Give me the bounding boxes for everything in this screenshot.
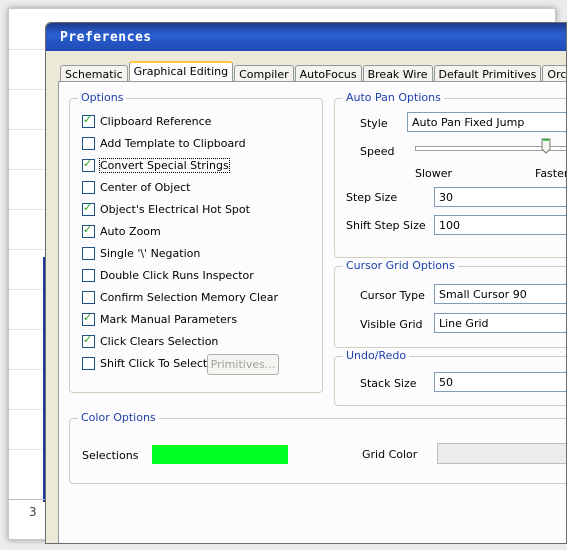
options-group: Options Clipboard Reference Add Template…	[69, 91, 323, 393]
checkbox-box[interactable]	[82, 333, 95, 348]
step-size-label: Step Size	[346, 191, 398, 204]
cursor-grid-group-title: Cursor Grid Options	[343, 259, 458, 272]
checkbox-box[interactable]	[82, 136, 95, 150]
color-options-group-title: Color Options	[78, 411, 159, 424]
grid-color-label: Grid Color	[362, 448, 418, 461]
checkbox-label: Mark Manual Parameters	[100, 312, 238, 326]
page-number: 3	[29, 505, 37, 519]
graphical-editing-panel: Options Clipboard Reference Add Template…	[58, 81, 567, 543]
cursor-type-dropdown[interactable]: Small Cursor 90	[434, 284, 566, 304]
checkbox-box[interactable]	[82, 157, 95, 172]
cursor-type-label: Cursor Type	[360, 289, 425, 302]
window-title: Preferences	[60, 30, 152, 45]
shift-step-size-label: Shift Step Size	[346, 219, 426, 232]
grid-line	[9, 49, 49, 50]
primitives-button[interactable]: Primitives...	[207, 354, 279, 375]
checkbox-label: Add Template to Clipboard	[100, 136, 246, 150]
faster-label: Faster	[535, 167, 567, 180]
checkbox-add-template[interactable]: Add Template to Clipboard	[82, 135, 246, 151]
title-bar[interactable]: Preferences	[46, 23, 566, 51]
auto-pan-group: Auto Pan Options Style Auto Pan Fixed Ju…	[334, 91, 567, 258]
checkbox-single-negation[interactable]: Single '\' Negation	[82, 245, 200, 261]
grid-line	[9, 129, 49, 130]
options-group-title: Options	[78, 91, 127, 104]
checkbox-auto-zoom[interactable]: Auto Zoom	[82, 223, 161, 239]
checkbox-box[interactable]	[82, 201, 95, 216]
checkbox-box[interactable]	[82, 290, 95, 304]
tab-strip: Schematic Graphical Editing Compiler AutoFo…	[60, 61, 566, 83]
cursor-grid-group: Cursor Grid Options Cursor Type Small Cu…	[334, 259, 566, 348]
visible-grid-dropdown[interactable]: Line Grid	[434, 313, 566, 333]
checkbox-box[interactable]	[82, 113, 95, 128]
checkbox-label: Double Click Runs Inspector	[100, 268, 254, 282]
grid-line	[9, 209, 49, 210]
checkbox-label: Auto Zoom	[100, 224, 161, 238]
speed-label: Speed	[360, 145, 395, 158]
checkbox-click-clears-selection[interactable]: Click Clears Selection	[82, 333, 218, 349]
grid-line	[9, 169, 49, 170]
shift-step-size-input[interactable]: 100	[434, 215, 566, 235]
checkbox-box[interactable]	[82, 246, 95, 260]
undo-redo-group: Undo/Redo Stack Size 50	[334, 349, 566, 406]
grid-line	[9, 89, 49, 90]
checkbox-label: Object's Electrical Hot Spot	[100, 202, 250, 216]
preferences-dialog: Preferences Schematic Graphical Editing Co…	[45, 22, 567, 544]
selections-label: Selections	[82, 449, 139, 462]
checkbox-box[interactable]	[82, 223, 95, 238]
checkbox-label: Confirm Selection Memory Clear	[100, 290, 279, 304]
slower-label: Slower	[415, 167, 453, 180]
stack-size-input[interactable]: 50	[434, 372, 566, 392]
undo-redo-group-title: Undo/Redo	[343, 349, 410, 362]
stack-size-label: Stack Size	[360, 377, 417, 390]
checkbox-label: Shift Click To Select	[100, 356, 208, 370]
style-label: Style	[360, 117, 388, 130]
checkbox-label: Click Clears Selection	[100, 334, 219, 348]
checkbox-box[interactable]	[82, 356, 95, 370]
step-size-input[interactable]: 30	[434, 187, 566, 207]
checkbox-confirm-selection-memory[interactable]: Confirm Selection Memory Clear	[82, 289, 278, 305]
color-options-group: Color Options Selections Grid Color	[69, 411, 566, 484]
checkbox-box[interactable]	[82, 311, 95, 326]
checkbox-label: Convert Special Strings	[99, 157, 230, 173]
grid-line	[9, 249, 49, 250]
checkbox-shift-click-select[interactable]: Shift Click To Select	[82, 355, 207, 371]
checkbox-mark-manual-parameters[interactable]: Mark Manual Parameters	[82, 311, 237, 327]
checkbox-convert-special-strings[interactable]: Convert Special Strings	[82, 157, 230, 173]
checkbox-label: Single '\' Negation	[100, 246, 201, 260]
checkbox-double-click-inspector[interactable]: Double Click Runs Inspector	[82, 267, 254, 283]
selections-color-swatch[interactable]	[152, 445, 288, 464]
tab-graphical-editing[interactable]: Graphical Editing	[128, 61, 234, 83]
checkbox-box[interactable]	[82, 180, 95, 194]
checkbox-box[interactable]	[82, 268, 95, 282]
auto-pan-group-title: Auto Pan Options	[343, 91, 444, 104]
visible-grid-label: Visible Grid	[360, 318, 423, 331]
checkbox-clipboard-reference[interactable]: Clipboard Reference	[82, 113, 211, 129]
style-dropdown[interactable]: Auto Pan Fixed Jump	[407, 112, 566, 132]
checkbox-label: Clipboard Reference	[100, 114, 212, 128]
checkbox-center-of-object[interactable]: Center of Object	[82, 179, 190, 195]
checkbox-electrical-hot-spot[interactable]: Object's Electrical Hot Spot	[82, 201, 250, 217]
speed-slider-thumb[interactable]	[541, 138, 551, 154]
grid-color-swatch[interactable]	[437, 443, 566, 464]
checkbox-label: Center of Object	[100, 180, 191, 194]
